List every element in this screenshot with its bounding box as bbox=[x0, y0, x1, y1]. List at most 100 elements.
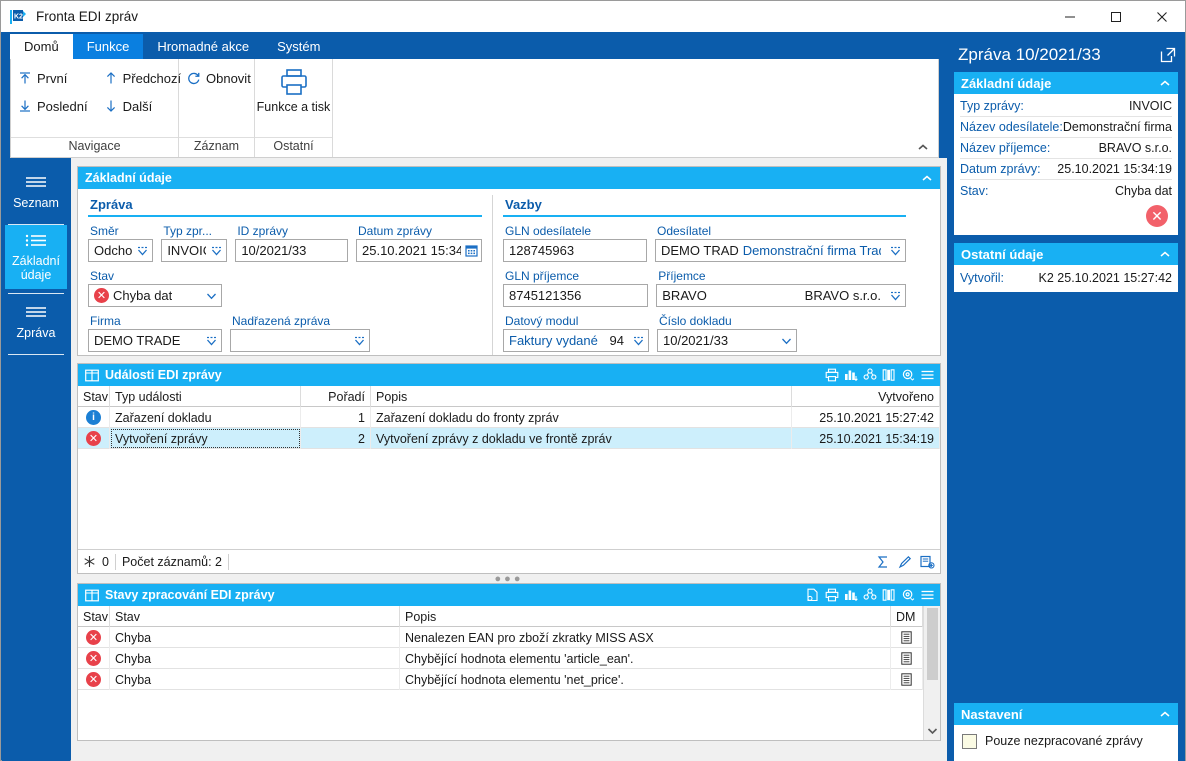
events-grid-empty-area bbox=[78, 449, 940, 549]
column-header-popis[interactable]: Popis bbox=[371, 386, 792, 407]
field-typ-zpravy-input[interactable]: INVOIC bbox=[161, 239, 227, 262]
preview-icon[interactable] bbox=[804, 586, 822, 604]
chart-bar-icon[interactable] bbox=[842, 366, 860, 384]
chevron-down-icon[interactable] bbox=[889, 291, 902, 301]
copy-rows-icon[interactable] bbox=[920, 555, 935, 569]
unprocessed-only-checkbox[interactable] bbox=[962, 734, 977, 749]
detail-key: Název příjemce: bbox=[960, 141, 1050, 155]
close-button[interactable] bbox=[1139, 1, 1185, 32]
field-gln-prijemce-input[interactable]: 8745121356 bbox=[503, 284, 648, 307]
chevron-down-icon[interactable] bbox=[136, 246, 149, 256]
column-header-popis[interactable]: Popis bbox=[400, 606, 891, 627]
field-stav-input[interactable]: ✕ Chyba dat bbox=[88, 284, 222, 307]
printer-icon[interactable] bbox=[823, 366, 841, 384]
columns-icon[interactable] bbox=[880, 366, 898, 384]
right-basic-card-header: Základní údaje bbox=[954, 72, 1178, 94]
column-header-stav-icon[interactable]: Stav bbox=[78, 606, 110, 627]
events-grid-body: Stav Typ události Pořadí Popis Vytvořeno… bbox=[78, 386, 940, 549]
sum-icon[interactable] bbox=[876, 555, 890, 569]
unprocessed-only-row[interactable]: Pouze nezpracované zprávy bbox=[962, 729, 1172, 753]
column-header-poradi[interactable]: Pořadí bbox=[301, 386, 371, 407]
states-grid-scrollbar[interactable] bbox=[923, 606, 940, 740]
chevron-up-icon[interactable] bbox=[918, 169, 936, 187]
right-panel-title: Zpráva 10/2021/33 bbox=[958, 45, 1101, 65]
functions-and-print-button[interactable]: Funkce a tisk bbox=[257, 66, 331, 114]
cell-dm[interactable] bbox=[891, 648, 923, 669]
tab-hromadne-akce[interactable]: Hromadné akce bbox=[143, 34, 263, 59]
chevron-down-icon[interactable] bbox=[205, 336, 218, 346]
gear-icon[interactable] bbox=[899, 366, 917, 384]
column-header-stav[interactable]: Stav bbox=[110, 606, 400, 627]
basic-data-panel-title: Základní údaje bbox=[85, 171, 172, 185]
chevron-down-icon[interactable] bbox=[780, 337, 793, 345]
sidebar-item-zprava[interactable]: Zpráva bbox=[5, 294, 67, 350]
field-nadrazena-zprava-input[interactable] bbox=[230, 329, 370, 352]
column-header-dm[interactable]: DM bbox=[891, 606, 923, 627]
table-row[interactable]: ✕ Chyba Chybějící hodnota elementu 'arti… bbox=[78, 648, 923, 669]
chevron-down-icon[interactable] bbox=[927, 727, 938, 735]
field-firma-input[interactable]: DEMO TRADE bbox=[88, 329, 222, 352]
pivot-icon[interactable] bbox=[861, 366, 879, 384]
snowflake-icon[interactable] bbox=[83, 555, 96, 568]
field-id-zpravy-label: ID zprávy bbox=[235, 224, 348, 238]
row-status-cell: ✕ bbox=[78, 648, 110, 669]
sidebar-item-zakladni-udaje[interactable]: Základní údaje bbox=[5, 225, 67, 289]
field-gln-odesilatele-input[interactable]: 128745963 bbox=[503, 239, 647, 262]
chart-bar-icon[interactable] bbox=[842, 586, 860, 604]
chevron-down-icon[interactable] bbox=[205, 292, 218, 300]
column-header-typ-udalosti[interactable]: Typ události bbox=[110, 386, 301, 407]
tab-system[interactable]: Systém bbox=[263, 34, 334, 59]
right-settings-card-title: Nastavení bbox=[961, 707, 1022, 722]
field-prijemce: Příjemce BRAVO BRAVO s.r.o. bbox=[656, 269, 906, 307]
field-datum-zpravy-input[interactable]: 25.10.2021 15:34:1 bbox=[356, 239, 482, 262]
table-row[interactable]: ✕ Chyba Nenalezen EAN pro zboží zkratky … bbox=[78, 627, 923, 648]
field-prijemce-input[interactable]: BRAVO BRAVO s.r.o. bbox=[656, 284, 906, 307]
chevron-up-icon[interactable] bbox=[1156, 245, 1174, 263]
pivot-icon[interactable] bbox=[861, 586, 879, 604]
field-smer-input[interactable]: Odcho bbox=[88, 239, 153, 262]
printer-icon[interactable] bbox=[823, 586, 841, 604]
right-other-card-header: Ostatní údaje bbox=[954, 243, 1178, 265]
open-external-icon[interactable] bbox=[1160, 47, 1176, 63]
columns-icon[interactable] bbox=[880, 586, 898, 604]
next-record-button[interactable]: Další bbox=[97, 94, 191, 118]
panel-splitter[interactable]: ●●● bbox=[77, 574, 941, 583]
table-row[interactable]: i Zařazení dokladu 1 Zařazení dokladu do… bbox=[78, 407, 940, 428]
tab-domu[interactable]: Domů bbox=[10, 34, 73, 59]
chevron-down-icon[interactable] bbox=[353, 336, 366, 346]
field-cislo-dokladu-input[interactable]: 10/2021/33 bbox=[657, 329, 797, 352]
tab-funkce[interactable]: Funkce bbox=[73, 34, 144, 59]
cell-poradi: 1 bbox=[301, 407, 371, 428]
column-header-stav[interactable]: Stav bbox=[78, 386, 110, 407]
field-id-zpravy-input[interactable]: 10/2021/33 bbox=[235, 239, 348, 262]
ribbon-group-title-navigace: Navigace bbox=[11, 137, 178, 157]
chevron-up-icon[interactable] bbox=[1156, 74, 1174, 92]
chevron-down-icon[interactable] bbox=[210, 246, 223, 256]
chevron-up-icon[interactable] bbox=[1156, 705, 1174, 723]
refresh-button[interactable]: Obnovit bbox=[179, 66, 260, 90]
chevron-down-icon[interactable] bbox=[889, 246, 902, 256]
ribbon-collapse-button[interactable] bbox=[914, 139, 932, 155]
maximize-button[interactable] bbox=[1093, 1, 1139, 32]
column-header-vytvoreno[interactable]: Vytvořeno bbox=[792, 386, 940, 407]
field-datovy-modul-input[interactable]: Faktury vydané 94 bbox=[503, 329, 649, 352]
cell-dm[interactable] bbox=[891, 669, 923, 690]
field-odesilatel-input[interactable]: DEMO TRADE Demonstrační firma Trad... bbox=[655, 239, 906, 262]
field-datum-zpravy: Datum zprávy 25.10.2021 15:34:1 bbox=[356, 224, 482, 262]
scrollbar-thumb[interactable] bbox=[927, 608, 938, 680]
first-record-button[interactable]: První bbox=[11, 66, 97, 90]
hamburger-icon[interactable] bbox=[918, 366, 936, 384]
last-record-button[interactable]: Poslední bbox=[11, 94, 97, 118]
ribbon-toolbar: První Poslední bbox=[10, 59, 939, 158]
minimize-button[interactable] bbox=[1047, 1, 1093, 32]
chevron-down-icon[interactable] bbox=[632, 336, 645, 346]
table-row[interactable]: ✕ Chyba Chybějící hodnota elementu 'net_… bbox=[78, 669, 923, 690]
table-row[interactable]: ✕ Vytvoření zprávy 2 Vytvoření zprávy z … bbox=[78, 428, 940, 449]
previous-record-button[interactable]: Předchozí bbox=[97, 66, 191, 90]
hamburger-icon[interactable] bbox=[918, 586, 936, 604]
cell-dm[interactable] bbox=[891, 627, 923, 648]
calendar-icon[interactable] bbox=[465, 244, 478, 257]
gear-icon[interactable] bbox=[899, 586, 917, 604]
sidebar-item-seznam[interactable]: Seznam bbox=[5, 164, 67, 220]
edit-icon[interactable] bbox=[898, 555, 912, 569]
